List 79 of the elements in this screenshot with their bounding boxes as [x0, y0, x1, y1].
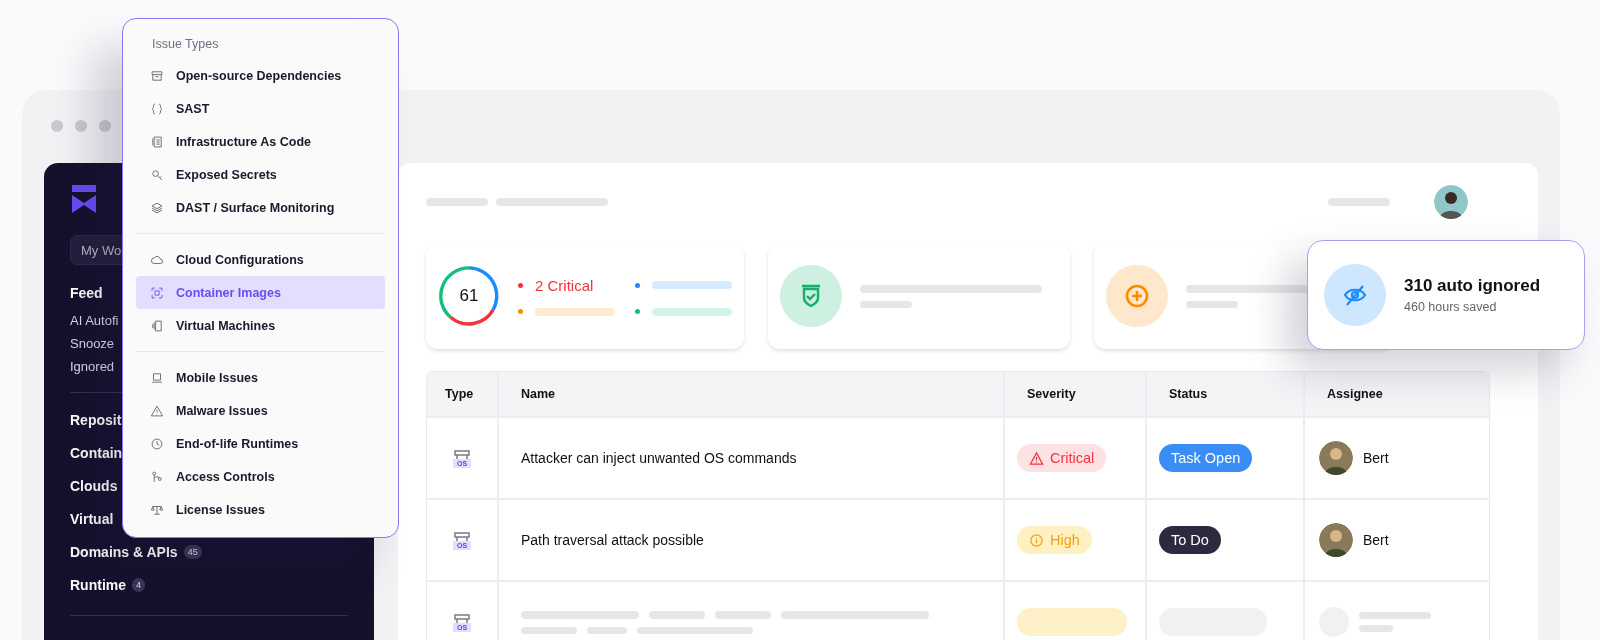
feed-item[interactable]: Snooze — [70, 332, 115, 355]
menu-item[interactable]: SAST — [136, 92, 385, 125]
eye-off-icon — [1324, 264, 1386, 326]
box-icon — [150, 68, 164, 83]
menu-item[interactable]: Cloud Configurations — [136, 243, 385, 276]
menu-item[interactable]: Virtual Machines — [136, 309, 385, 342]
column-header[interactable]: Name — [497, 372, 1003, 416]
shield-check-icon — [780, 265, 842, 327]
card-title: 310 auto ignored — [1404, 276, 1541, 296]
menu-item[interactable]: Mobile Issues — [136, 361, 385, 394]
feed-item[interactable]: AI Autofi — [70, 309, 119, 332]
column-header[interactable]: Severity — [1003, 372, 1145, 416]
nav-item[interactable]: Reposit — [70, 411, 122, 428]
column-header[interactable]: Type — [427, 372, 497, 416]
placeholder-bar — [860, 300, 912, 308]
frame-icon — [150, 285, 164, 300]
menu-item[interactable]: Access Controls — [136, 460, 385, 493]
menu-title: Issue Types — [151, 37, 220, 53]
column-header[interactable]: Assignee — [1303, 372, 1489, 416]
stack-icon — [150, 134, 164, 149]
avatar — [1319, 523, 1353, 557]
menu-item[interactable]: Exposed Secrets — [136, 158, 385, 191]
placeholder-bar — [1359, 612, 1431, 619]
placeholder-bar — [521, 626, 577, 634]
cards-icon — [150, 318, 164, 333]
severity-badge: Critical — [1017, 444, 1107, 472]
placeholder-bar — [715, 610, 771, 619]
placeholder-bar — [1359, 625, 1393, 632]
warning-icon — [1029, 450, 1044, 466]
menu-item[interactable]: Container Images — [136, 276, 385, 309]
nav-item[interactable]: Clouds — [70, 477, 118, 494]
clock-icon — [150, 436, 164, 451]
info-icon — [1029, 532, 1044, 548]
nav-item[interactable]: Runtime — [70, 576, 126, 593]
feed-item[interactable]: Ignored — [70, 355, 115, 378]
nav-item[interactable]: Domains & APIs — [70, 543, 178, 560]
issue-name[interactable]: Attacker can inject unwanted OS commands — [497, 418, 1003, 498]
menu-item[interactable]: Infrastructure As Code — [136, 125, 385, 158]
legend-label: 2 Critical — [535, 276, 594, 294]
issue-name[interactable]: Path traversal attack possible — [497, 500, 1003, 580]
nav-item[interactable]: Contain — [70, 444, 123, 461]
box-icon — [452, 612, 472, 623]
plus-circle-icon — [1106, 265, 1168, 327]
window-dot[interactable] — [75, 120, 87, 132]
column-header[interactable]: Status — [1145, 372, 1303, 416]
menu-item[interactable]: End-of-life Runtimes — [136, 427, 385, 460]
braces-icon — [150, 101, 164, 116]
window-dot[interactable] — [51, 120, 63, 132]
count-badge: 4 — [132, 577, 145, 592]
section-heading: Feed — [70, 285, 103, 303]
placeholder-bar — [1186, 300, 1238, 308]
assignee-name: Bert — [1363, 450, 1389, 466]
placeholder-bar — [1328, 198, 1390, 206]
status-badge[interactable]: To Do — [1159, 526, 1221, 554]
score-ring-drawing — [438, 265, 500, 327]
avatar[interactable] — [1434, 185, 1468, 219]
layers-icon — [150, 200, 164, 215]
card-subtitle: 460 hours saved — [1404, 300, 1498, 314]
score-value: 61 — [459, 286, 479, 306]
assignee-name: Bert — [1363, 532, 1389, 548]
logo-icon[interactable] — [72, 185, 96, 213]
box-icon — [452, 448, 472, 459]
box-icon — [452, 530, 472, 541]
count-badge: 45 — [183, 544, 202, 559]
menu-item[interactable]: DAST / Surface Monitoring — [136, 191, 385, 224]
placeholder-bar — [587, 626, 627, 634]
placeholder-bar — [649, 610, 705, 619]
branch-icon — [150, 469, 164, 484]
window-dot[interactable] — [99, 120, 111, 132]
menu-item[interactable]: Malware Issues — [136, 394, 385, 427]
menu-item[interactable]: License Issues — [136, 493, 385, 526]
severity-badge: High — [1017, 526, 1092, 554]
laptop-icon — [150, 370, 164, 385]
key-icon — [150, 167, 164, 182]
avatar — [1319, 441, 1353, 475]
warning-icon — [150, 403, 164, 418]
menu-item[interactable]: Open-source Dependencies — [136, 59, 385, 92]
placeholder-bar — [426, 198, 488, 206]
nav-item[interactable]: Virtual — [70, 510, 114, 527]
